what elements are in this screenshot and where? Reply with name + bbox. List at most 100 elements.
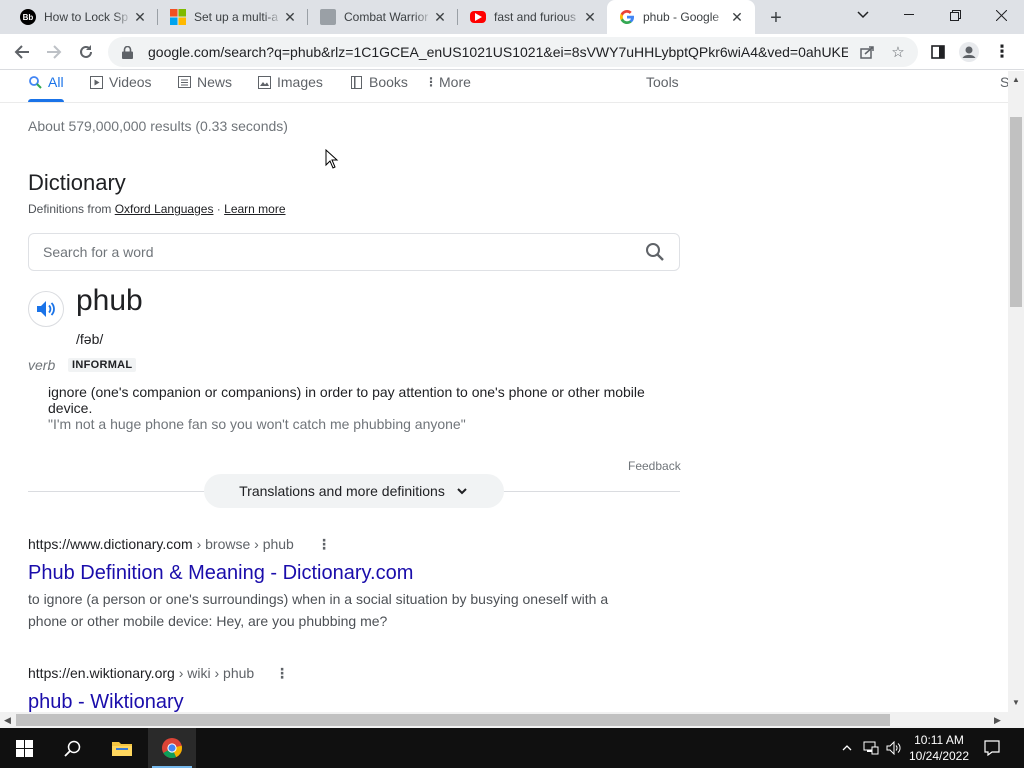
nav-news[interactable]: News	[177, 72, 232, 92]
address-bar[interactable]: google.com/search?q=phub&rlz=1C1GCEA_enU…	[108, 37, 918, 67]
learn-more-link[interactable]: Learn more	[224, 202, 285, 216]
nav-books[interactable]: Books	[349, 72, 408, 92]
nav-all[interactable]: All	[28, 72, 64, 92]
clock-time: 10:11 AM	[914, 733, 964, 747]
horizontal-scrollbar[interactable]: ◀ ▶	[0, 712, 1024, 728]
dictionary-title: Dictionary	[28, 170, 126, 195]
action-center-button[interactable]	[980, 728, 1004, 768]
source-separator: ·	[213, 202, 225, 216]
mouse-cursor-icon	[325, 149, 339, 169]
kebab-icon: ⋮	[425, 75, 437, 89]
network-button[interactable]	[861, 728, 881, 768]
vertical-scrollbar[interactable]: ▲ ▼	[1008, 71, 1024, 712]
back-button[interactable]	[10, 40, 34, 64]
register-badge: INFORMAL	[68, 358, 137, 372]
tools-label: Tools	[646, 74, 679, 90]
minimize-icon	[904, 14, 914, 15]
taskbar-clock[interactable]: 10:11 AM 10/24/2022	[902, 732, 976, 764]
book-icon	[349, 75, 363, 89]
close-tab-icon[interactable]: ✕	[282, 9, 298, 25]
vertical-scroll-thumb[interactable]	[1010, 117, 1022, 307]
tab-title: Combat Warrior	[344, 10, 429, 24]
safesearch-button[interactable]: S	[1000, 72, 1008, 92]
tab-how-to-lock[interactable]: Bb How to Lock Sp ✕	[8, 0, 158, 34]
result-options-icon[interactable]: ⋮	[274, 665, 290, 681]
kebab-menu-icon: ⋮	[993, 42, 1011, 61]
tab-fast-and-furious[interactable]: fast and furious ✕	[458, 0, 608, 34]
lock-icon[interactable]	[120, 45, 134, 59]
active-tab-indicator	[28, 99, 64, 102]
example-sentence: "I'm not a huge phone fan so you won't c…	[48, 416, 466, 432]
nav-label: All	[48, 74, 64, 90]
search-icon[interactable]	[643, 240, 667, 264]
youtube-icon	[470, 11, 486, 23]
result-path: › wiki › phub	[174, 665, 255, 681]
word-search-input[interactable]: Search for a word	[28, 233, 680, 271]
scroll-left-arrow-icon[interactable]: ◀	[4, 715, 11, 726]
side-panel-button[interactable]	[926, 40, 950, 64]
chrome-menu-button[interactable]: ⋮	[990, 40, 1014, 64]
close-tab-icon[interactable]: ✕	[432, 9, 448, 25]
result-title-link[interactable]: phub - Wiktionary	[28, 691, 184, 712]
file-explorer-button[interactable]	[98, 728, 146, 768]
nav-label: News	[197, 74, 233, 90]
horizontal-scroll-thumb[interactable]	[16, 714, 890, 726]
profile-button[interactable]	[957, 40, 981, 64]
restore-button[interactable]	[932, 0, 978, 30]
new-tab-button[interactable]: +	[764, 6, 788, 30]
result-cite[interactable]: https://www.dictionary.com › browse › ph…	[28, 536, 294, 552]
url-text[interactable]: google.com/search?q=phub&rlz=1C1GCEA_enU…	[148, 44, 848, 60]
scroll-up-arrow-icon[interactable]: ▲	[1012, 75, 1020, 84]
folder-icon	[112, 742, 132, 756]
scroll-down-arrow-icon[interactable]: ▼	[1012, 698, 1020, 707]
result-options-icon[interactable]: ⋮	[316, 536, 332, 552]
results-count: About 579,000,000 results (0.33 seconds)	[28, 118, 288, 134]
scroll-right-arrow-icon[interactable]: ▶	[994, 715, 1001, 726]
bookmark-star-icon[interactable]: ☆	[889, 43, 907, 61]
nav-label: More	[439, 74, 471, 90]
tab-title: fast and furious	[494, 10, 577, 24]
search-icon	[28, 75, 42, 89]
close-tab-icon[interactable]: ✕	[132, 9, 148, 25]
taskbar-search-button[interactable]	[48, 728, 96, 768]
reload-icon	[80, 45, 92, 58]
start-button[interactable]	[0, 728, 48, 768]
minimize-button[interactable]	[886, 0, 932, 30]
oxford-languages-link[interactable]: Oxford Languages	[115, 202, 214, 216]
translations-more-button[interactable]: Translations and more definitions	[204, 474, 504, 508]
close-window-button[interactable]	[978, 0, 1024, 30]
play-icon	[89, 75, 103, 89]
share-icon[interactable]	[858, 43, 876, 61]
nav-videos[interactable]: Videos	[89, 72, 152, 92]
news-icon	[177, 75, 191, 89]
close-tab-icon[interactable]: ✕	[582, 9, 598, 25]
nav-more[interactable]: ⋮ More	[425, 72, 471, 92]
arrow-left-icon	[14, 45, 29, 59]
forward-button[interactable]	[42, 40, 66, 64]
result-domain: https://www.dictionary.com	[28, 536, 193, 552]
result-domain: https://en.wiktionary.org	[28, 665, 175, 681]
tab-phub-google[interactable]: phub - Google ✕	[607, 0, 755, 34]
tab-combat-warrior[interactable]: Combat Warrior ✕	[308, 0, 458, 34]
image-icon	[257, 75, 271, 89]
browser-toolbar: google.com/search?q=phub&rlz=1C1GCEA_enU…	[0, 34, 1024, 70]
speaker-icon	[37, 301, 55, 317]
google-icon	[619, 9, 635, 25]
result-title-link[interactable]: Phub Definition & Meaning - Dictionary.c…	[28, 562, 413, 585]
tab-set-up-multi[interactable]: Set up a multi-a ✕	[158, 0, 308, 34]
tools-button[interactable]: Tools	[646, 72, 679, 92]
show-hidden-icons-button[interactable]	[838, 728, 856, 768]
close-tab-icon[interactable]: ✕	[729, 9, 745, 25]
tab-search-button[interactable]	[840, 0, 886, 30]
chrome-taskbar-button[interactable]	[148, 728, 196, 768]
volume-button[interactable]	[884, 728, 904, 768]
pronounce-button[interactable]	[28, 291, 64, 327]
nav-images[interactable]: Images	[257, 72, 323, 92]
notification-icon	[984, 740, 1000, 756]
feedback-link[interactable]: Feedback	[628, 459, 681, 473]
chevron-up-icon	[842, 745, 852, 751]
result-cite[interactable]: https://en.wiktionary.org › wiki › phub	[28, 665, 254, 681]
bb-icon: Bb	[20, 9, 36, 25]
reload-button[interactable]	[74, 40, 98, 64]
network-icon	[863, 741, 879, 755]
